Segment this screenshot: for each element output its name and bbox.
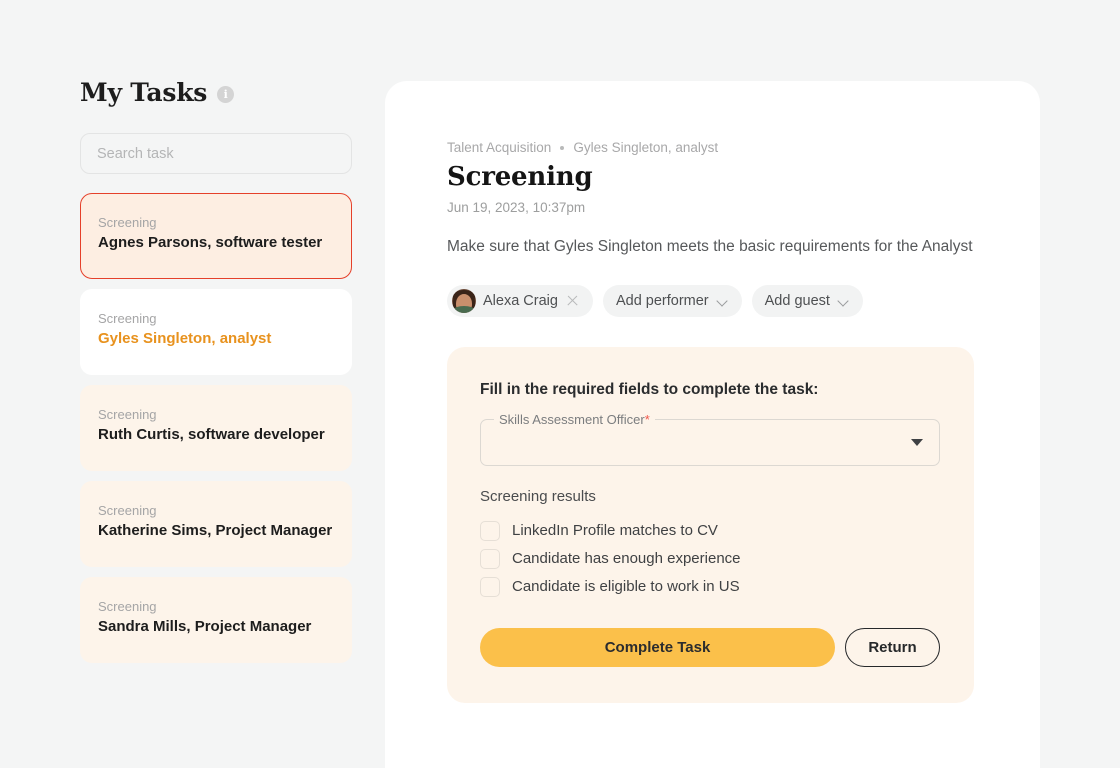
task-detail-panel: Talent Acquisition Gyles Singleton, anal…: [385, 81, 1040, 768]
chevron-down-icon: [716, 294, 729, 307]
breadcrumb-candidate[interactable]: Gyles Singleton, analyst: [573, 140, 718, 155]
chevron-down-icon: [837, 294, 850, 307]
task-stage: Screening: [98, 599, 157, 614]
page-title: My Tasks: [80, 78, 208, 107]
return-button[interactable]: Return: [845, 627, 940, 667]
breadcrumb-separator-dot-icon: [560, 145, 565, 150]
dropdown-arrow-icon: [911, 439, 923, 447]
avatar: [452, 288, 476, 313]
task-stage: Screening: [98, 215, 157, 230]
task-list-item[interactable]: Screening Agnes Parsons, software tester: [80, 193, 352, 279]
sidebar-header: My Tasks i: [80, 78, 352, 107]
checkbox-row-linkedin[interactable]: LinkedIn Profile matches to CV: [480, 517, 940, 545]
required-asterisk: *: [644, 411, 650, 427]
select-label-text: Skills Assessment Officer: [499, 411, 645, 427]
task-name: Sandra Mills, Project Manager: [98, 617, 312, 635]
checkbox-row-eligibility[interactable]: Candidate is eligible to work in US: [480, 573, 940, 601]
task-name: Gyles Singleton, analyst: [98, 329, 272, 347]
task-form-card: Fill in the required fields to complete …: [447, 346, 974, 703]
chip-label: Alexa Craig: [483, 292, 558, 309]
task-date: Jun 19, 2023, 10:37pm: [447, 200, 586, 215]
checkbox-row-experience[interactable]: Candidate has enough experience: [480, 545, 940, 573]
task-list-item[interactable]: Screening Sandra Mills, Project Manager: [80, 577, 352, 663]
breadcrumb-project[interactable]: Talent Acquisition: [447, 140, 551, 155]
checkbox-label: LinkedIn Profile matches to CV: [512, 522, 718, 540]
form-actions: Complete Task Return: [480, 627, 940, 667]
task-stage: Screening: [98, 311, 157, 326]
performer-chip-alexa-craig[interactable]: Alexa Craig: [447, 284, 593, 317]
task-list-item[interactable]: Screening Katherine Sims, Project Manage…: [80, 481, 352, 567]
task-stage: Screening: [98, 407, 157, 422]
task-list-item[interactable]: Screening Ruth Curtis, software develope…: [80, 385, 352, 471]
task-list: Screening Agnes Parsons, software tester…: [80, 193, 352, 663]
screening-results-label: Screening results: [480, 487, 596, 505]
chip-label: Add guest: [764, 292, 830, 309]
checkbox-icon[interactable]: [480, 576, 500, 597]
task-stage: Screening: [98, 503, 157, 518]
task-name: Agnes Parsons, software tester: [98, 233, 323, 251]
search-input[interactable]: [80, 133, 352, 174]
checkbox-label: Candidate has enough experience: [512, 550, 741, 568]
breadcrumb: Talent Acquisition Gyles Singleton, anal…: [447, 140, 1040, 155]
skills-assessment-officer-select[interactable]: Skills Assessment Officer*: [480, 411, 940, 466]
chip-label: Add performer: [615, 292, 709, 309]
task-name: Ruth Curtis, software developer: [98, 425, 325, 443]
task-list-item[interactable]: Screening Gyles Singleton, analyst: [80, 289, 352, 375]
task-title: Screening: [447, 162, 593, 192]
checkbox-icon[interactable]: [480, 548, 500, 569]
participants-row: Alexa Craig Add performer Add guest: [447, 284, 1040, 317]
task-name: Katherine Sims, Project Manager: [98, 521, 333, 539]
task-description: Make sure that Gyles Singleton meets the…: [447, 238, 973, 255]
tasks-sidebar: My Tasks i Screening Agnes Parsons, soft…: [0, 0, 385, 768]
checkbox-label: Candidate is eligible to work in US: [512, 578, 740, 596]
form-heading: Fill in the required fields to complete …: [480, 380, 819, 398]
select-label: Skills Assessment Officer*: [494, 411, 655, 427]
info-icon[interactable]: i: [217, 86, 235, 103]
task-management-screen: My Tasks i Screening Agnes Parsons, soft…: [0, 0, 1120, 768]
add-guest-chip[interactable]: Add guest: [751, 284, 863, 317]
checkbox-icon[interactable]: [480, 520, 500, 541]
add-performer-chip[interactable]: Add performer: [602, 284, 742, 317]
complete-task-button[interactable]: Complete Task: [480, 627, 836, 667]
close-icon[interactable]: [565, 293, 580, 308]
